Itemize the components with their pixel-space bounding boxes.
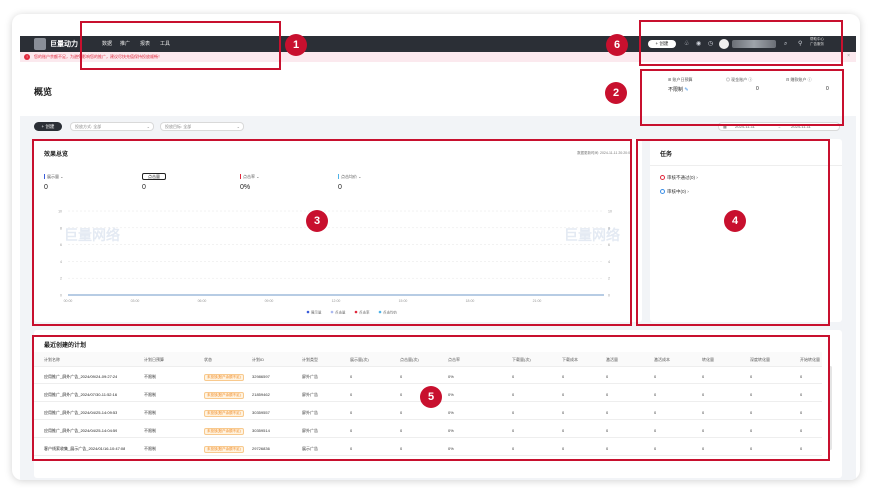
- select-value: 投放方式: 全部: [75, 124, 102, 129]
- chevron-down-icon: ⌄: [146, 124, 150, 129]
- annotation-number-1: 1: [285, 34, 307, 56]
- brand-name: 巨量动力: [50, 41, 78, 48]
- annotation-number-5: 5: [420, 386, 442, 408]
- annotation-box-1: [80, 21, 281, 70]
- annotation-number-6: 6: [606, 34, 628, 56]
- page-title: 概览: [34, 87, 53, 97]
- annotation-box-4: [636, 139, 830, 326]
- annotation-box-6: [639, 20, 843, 66]
- annotation-number-4: 4: [724, 210, 746, 232]
- annotation-box-3: [32, 139, 632, 326]
- logo-icon[interactable]: [34, 38, 46, 50]
- annotation-number-3: 3: [306, 210, 328, 232]
- select-value: 投放目标: 全部: [165, 124, 192, 129]
- chevron-down-icon: ⌄: [236, 124, 240, 129]
- close-icon[interactable]: ×: [847, 53, 850, 59]
- annotation-box-2: [640, 69, 844, 126]
- new-button[interactable]: + 创建: [34, 122, 62, 131]
- screenshot-frame: 巨量动力 数据 推广 报表 工具 + 创建 ♧ ◉ ◷ ⌕ ⚲ 帮助中心 广告服…: [12, 14, 860, 480]
- delivery-target-select[interactable]: 投放目标: 全部 ⌄: [160, 122, 244, 131]
- annotation-number-2: 2: [605, 82, 627, 104]
- warning-icon: !: [24, 54, 30, 60]
- delivery-mode-select[interactable]: 投放方式: 全部 ⌄: [70, 122, 154, 131]
